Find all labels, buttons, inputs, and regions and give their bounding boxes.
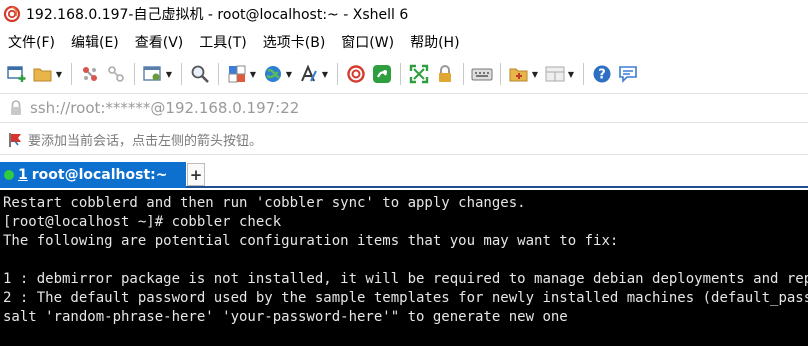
toolbar-divider xyxy=(181,63,182,85)
tab-number: 1 xyxy=(18,167,28,183)
chevron-down-icon[interactable]: ▼ xyxy=(284,63,294,85)
toolbar-divider xyxy=(500,63,501,85)
terminal-line: Restart cobblerd and then run 'cobbler s… xyxy=(3,195,526,211)
terminal-line: salt 'random-phrase-here' 'your-password… xyxy=(3,309,568,325)
add-tab-button[interactable]: + xyxy=(187,163,205,186)
find-button[interactable] xyxy=(187,61,213,87)
terminal-line: [root@localhost ~]# cobbler check xyxy=(3,214,282,230)
chevron-down-icon[interactable]: ▼ xyxy=(566,63,576,85)
reconnect-icon xyxy=(79,63,101,85)
toolbar-divider xyxy=(400,63,401,85)
font-icon xyxy=(298,63,320,85)
fullscreen-icon xyxy=(408,63,430,85)
chevron-down-icon[interactable]: ▼ xyxy=(530,63,540,85)
open-folder-icon xyxy=(32,63,54,85)
disconnect-button[interactable] xyxy=(103,61,129,87)
fullscreen-button[interactable] xyxy=(406,61,432,87)
menu-window[interactable]: 窗口(W) xyxy=(333,30,402,56)
address-bar[interactable]: ssh://root:******@192.168.0.197:22 xyxy=(0,93,808,123)
tab-root-localhost[interactable]: 1 root@localhost:~ xyxy=(0,162,186,188)
color-scheme-icon xyxy=(226,63,248,85)
find-icon xyxy=(189,63,211,85)
menu-view[interactable]: 查看(V) xyxy=(127,30,192,56)
hint-text: 要添加当前会话，点击左侧的箭头按钮。 xyxy=(28,134,263,149)
toolbar: ▼ ▼ ▼ ▼ ▼ ▼ ▼ ? xyxy=(0,58,808,90)
lock-icon xyxy=(6,100,26,116)
menu-edit[interactable]: 编辑(E) xyxy=(63,30,127,56)
menu-file[interactable]: 文件(F) xyxy=(0,30,63,56)
disconnect-icon xyxy=(105,63,127,85)
xftp-button[interactable] xyxy=(369,61,395,87)
toolbar-divider xyxy=(71,63,72,85)
lock-icon xyxy=(434,63,456,85)
terminal-line: 2 : The default password used by the sam… xyxy=(3,290,808,306)
plus-icon: + xyxy=(189,165,203,184)
reconnect-button[interactable] xyxy=(77,61,103,87)
address-text[interactable]: ssh://root:******@192.168.0.197:22 xyxy=(30,99,299,117)
hint-bar: 要添加当前会话，点击左侧的箭头按钮。 xyxy=(0,125,808,155)
toolbar-divider xyxy=(463,63,464,85)
window-title: 192.168.0.197-自己虚拟机 - root@localhost:~ -… xyxy=(26,7,409,23)
encoding-button[interactable]: ▼ xyxy=(260,61,296,87)
xshell-button[interactable] xyxy=(343,61,369,87)
xftp-icon xyxy=(371,63,393,85)
help-button[interactable]: ? xyxy=(589,61,615,87)
toolbar-divider xyxy=(134,63,135,85)
toolbar-divider xyxy=(337,63,338,85)
chevron-down-icon[interactable]: ▼ xyxy=(164,63,174,85)
properties-button[interactable]: ▼ xyxy=(140,61,176,87)
menu-bar: 文件(F) 编辑(E) 查看(V) 工具(T) 选项卡(B) 窗口(W) 帮助(… xyxy=(0,30,808,56)
layout-icon xyxy=(544,63,566,85)
menu-help[interactable]: 帮助(H) xyxy=(402,30,467,56)
keyboard-icon xyxy=(471,63,493,85)
terminal-line: 1 : debmirror package is not installed, … xyxy=(3,271,808,287)
menu-tab[interactable]: 选项卡(B) xyxy=(255,30,334,56)
lock-button[interactable] xyxy=(432,61,458,87)
chevron-down-icon[interactable]: ▼ xyxy=(320,63,330,85)
open-session-button[interactable]: ▼ xyxy=(30,61,66,87)
title-bar: 192.168.0.197-自己虚拟机 - root@localhost:~ -… xyxy=(0,0,808,28)
toolbar-divider xyxy=(583,63,584,85)
globe-icon xyxy=(262,63,284,85)
chevron-down-icon[interactable]: ▼ xyxy=(248,63,258,85)
keyboard-button[interactable] xyxy=(469,61,495,87)
new-tab-folder-icon xyxy=(508,63,530,85)
terminal-line: The following are potential configuratio… xyxy=(3,233,619,249)
color-scheme-button[interactable]: ▼ xyxy=(224,61,260,87)
terminal[interactable]: Restart cobblerd and then run 'cobbler s… xyxy=(0,190,808,346)
new-tab-group-button[interactable]: ▼ xyxy=(506,61,542,87)
chat-icon xyxy=(617,63,639,85)
toolbar-divider xyxy=(218,63,219,85)
properties-icon xyxy=(142,63,164,85)
tab-label: root@localhost:~ xyxy=(31,167,168,183)
chat-button[interactable] xyxy=(615,61,641,87)
new-session-icon xyxy=(6,63,28,85)
xshell-icon xyxy=(345,63,367,85)
svg-text:?: ? xyxy=(598,68,606,83)
bookmark-flag-icon[interactable] xyxy=(6,131,26,149)
chevron-down-icon[interactable]: ▼ xyxy=(54,63,64,85)
tab-strip: 1 root@localhost:~ + xyxy=(0,160,808,188)
help-icon: ? xyxy=(591,63,613,85)
connected-status-icon xyxy=(4,170,14,180)
layout-button[interactable]: ▼ xyxy=(542,61,578,87)
new-session-button[interactable] xyxy=(4,61,30,87)
menu-tools[interactable]: 工具(T) xyxy=(191,30,254,56)
font-button[interactable]: ▼ xyxy=(296,61,332,87)
xshell-app-icon xyxy=(2,4,22,24)
